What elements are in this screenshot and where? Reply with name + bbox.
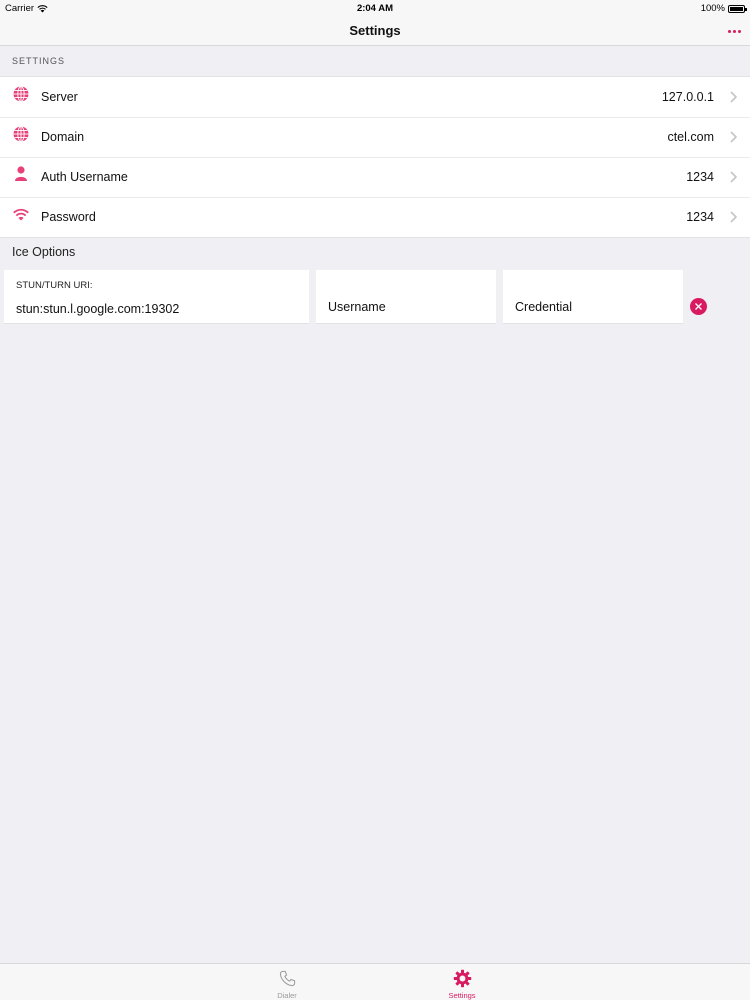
settings-list: Server 127.0.0.1 Domain ctel.com Auth Us… (0, 76, 750, 238)
more-dots-icon (727, 29, 731, 33)
chevron-right-icon (730, 91, 738, 103)
settings-row-label: Password (41, 210, 96, 224)
stun-turn-uri-label: STUN/TURN URI: (16, 280, 93, 291)
settings-row-value: 127.0.0.1 (661, 90, 714, 104)
status-time: 2:04 AM (356, 3, 394, 14)
battery-icon (728, 4, 747, 13)
settings-row-auth-username[interactable]: Auth Username 1234 (0, 157, 750, 197)
page-title: Settings (349, 23, 401, 38)
ice-username-placeholder: Username (328, 300, 386, 314)
settings-row-value: 1234 (686, 170, 714, 184)
remove-ice-server-button[interactable] (690, 298, 707, 315)
settings-row-label: Auth Username (41, 170, 128, 184)
battery-percent: 100% (700, 3, 725, 14)
chevron-right-icon (730, 211, 738, 223)
tab-label: Dialer (277, 991, 297, 1000)
ice-options-header: Ice Options (12, 245, 76, 259)
chevron-right-icon (730, 171, 738, 183)
tab-label: Settings (448, 991, 476, 1000)
settings-section-header: SETTINGS (12, 56, 66, 66)
settings-row-server[interactable]: Server 127.0.0.1 (0, 77, 750, 117)
person-icon (15, 166, 27, 181)
settings-row-domain[interactable]: Domain ctel.com (0, 117, 750, 157)
settings-row-value: ctel.com (667, 130, 714, 144)
stun-turn-uri-value: stun:stun.l.google.com:19302 (16, 302, 180, 316)
ice-credential-placeholder: Credential (515, 300, 572, 314)
ice-server-row: STUN/TURN URI: stun:stun.l.google.com:19… (0, 270, 750, 324)
more-options-button[interactable] (725, 22, 743, 40)
status-bar: Carrier 2:04 AM 100% (0, 0, 750, 16)
settings-row-value: 1234 (686, 210, 714, 224)
battery-indicator: 100% (700, 3, 747, 14)
settings-row-label: Domain (41, 130, 85, 144)
remove-circle-icon (695, 303, 702, 310)
settings-row-password[interactable]: Password 1234 (0, 197, 750, 237)
globe-icon (13, 86, 29, 102)
globe-icon (13, 126, 29, 142)
stun-turn-uri-field[interactable]: STUN/TURN URI: stun:stun.l.google.com:19… (4, 270, 309, 324)
gear-icon (453, 969, 471, 988)
phone-icon (279, 970, 295, 987)
tab-dialer[interactable]: Dialer (247, 964, 327, 1000)
chevron-right-icon (730, 131, 738, 143)
settings-row-label: Server (41, 90, 78, 104)
tab-settings[interactable]: Settings (422, 964, 502, 1000)
ice-username-field[interactable]: Username (316, 270, 496, 324)
tab-bar: Dialer Settings (0, 963, 750, 1000)
ice-credential-field[interactable]: Credential (503, 270, 683, 324)
navigation-bar: Settings (0, 16, 750, 46)
wifi-icon (13, 208, 29, 221)
